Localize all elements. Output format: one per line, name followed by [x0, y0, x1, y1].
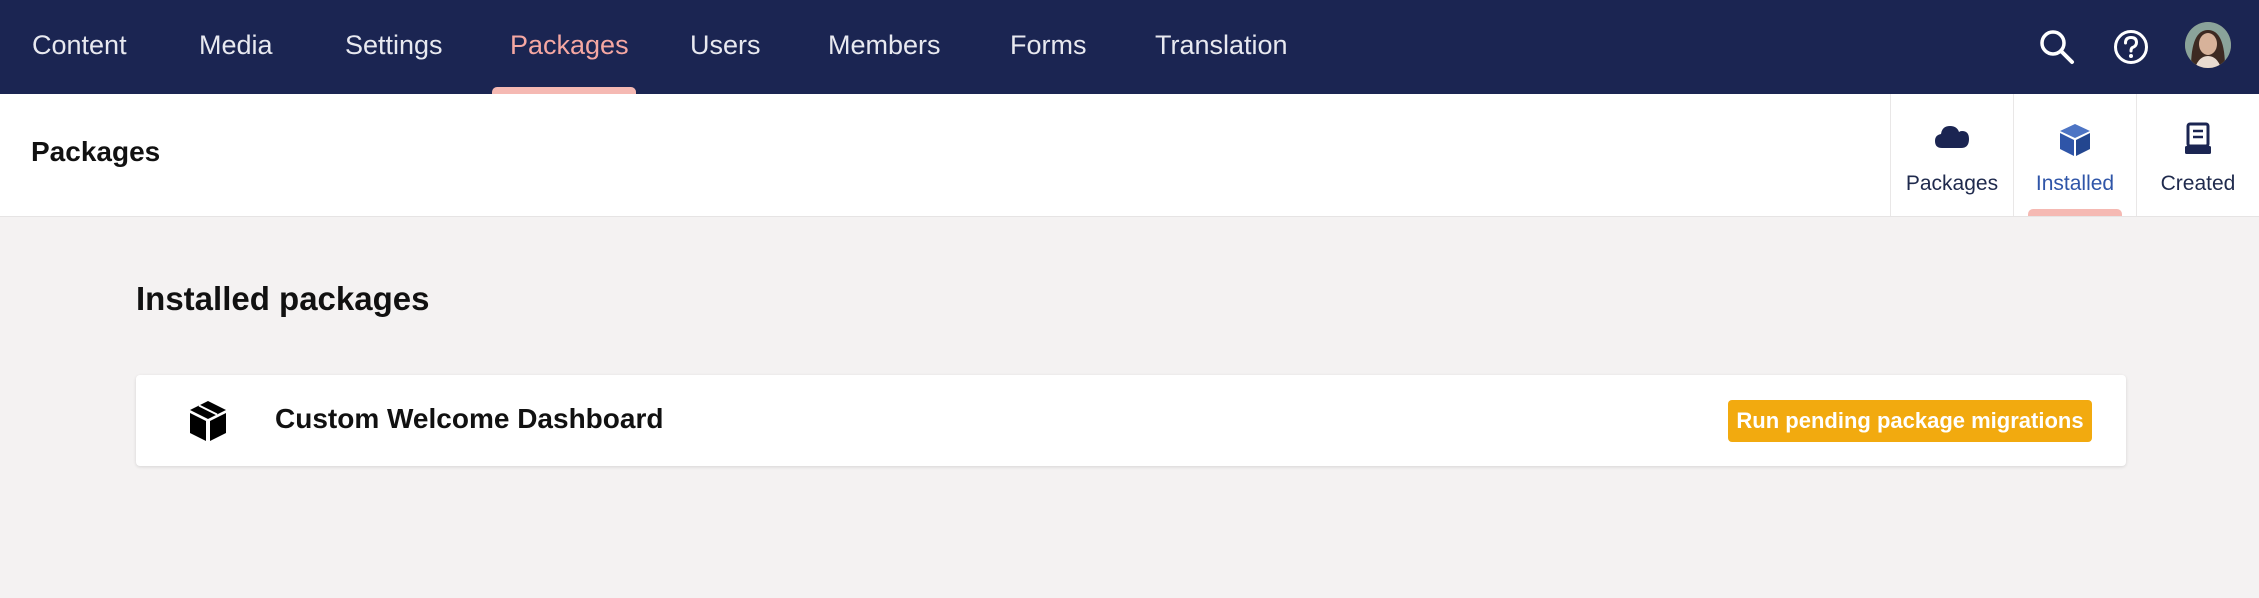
- nav-item-content[interactable]: Content: [32, 0, 127, 94]
- section-tabs: Packages Installed Created: [1890, 94, 2259, 216]
- nav-item-forms[interactable]: Forms: [1010, 0, 1087, 94]
- nav-item-packages[interactable]: Packages: [510, 0, 629, 94]
- nav-item-media[interactable]: Media: [199, 0, 273, 94]
- section-title: Installed packages: [136, 280, 430, 317]
- active-tab-indicator: [2028, 209, 2122, 216]
- tab-installed[interactable]: Installed: [2013, 94, 2136, 216]
- top-navigation-bar: Content Media Settings Packages Users Me…: [0, 0, 2259, 94]
- package-name[interactable]: Custom Welcome Dashboard: [275, 403, 663, 435]
- box-icon: [2014, 122, 2136, 158]
- nav-item-members[interactable]: Members: [828, 0, 941, 94]
- tab-packages-label: Packages: [1905, 172, 1999, 195]
- archive-icon: [2137, 122, 2259, 158]
- tab-created[interactable]: Created: [2136, 94, 2259, 216]
- active-nav-indicator: [492, 87, 636, 94]
- package-card[interactable]: Custom Welcome Dashboard Run pending pac…: [136, 375, 2126, 466]
- nav-item-translation[interactable]: Translation: [1155, 0, 1288, 94]
- run-migrations-button[interactable]: Run pending package migrations: [1728, 400, 2092, 442]
- tab-installed-label: Installed: [2035, 172, 2115, 195]
- nav-item-users[interactable]: Users: [690, 0, 761, 94]
- search-icon[interactable]: [2032, 22, 2082, 72]
- page-title: Packages: [31, 136, 161, 167]
- tab-created-label: Created: [2160, 172, 2236, 195]
- user-avatar[interactable]: [2185, 22, 2231, 68]
- help-icon[interactable]: [2106, 22, 2156, 72]
- nav-item-settings[interactable]: Settings: [345, 0, 443, 94]
- cloud-icon: [1891, 122, 2013, 158]
- tab-packages[interactable]: Packages: [1890, 94, 2013, 216]
- package-icon: [186, 399, 230, 443]
- page-header: Packages Packages Installed Created: [0, 94, 2259, 217]
